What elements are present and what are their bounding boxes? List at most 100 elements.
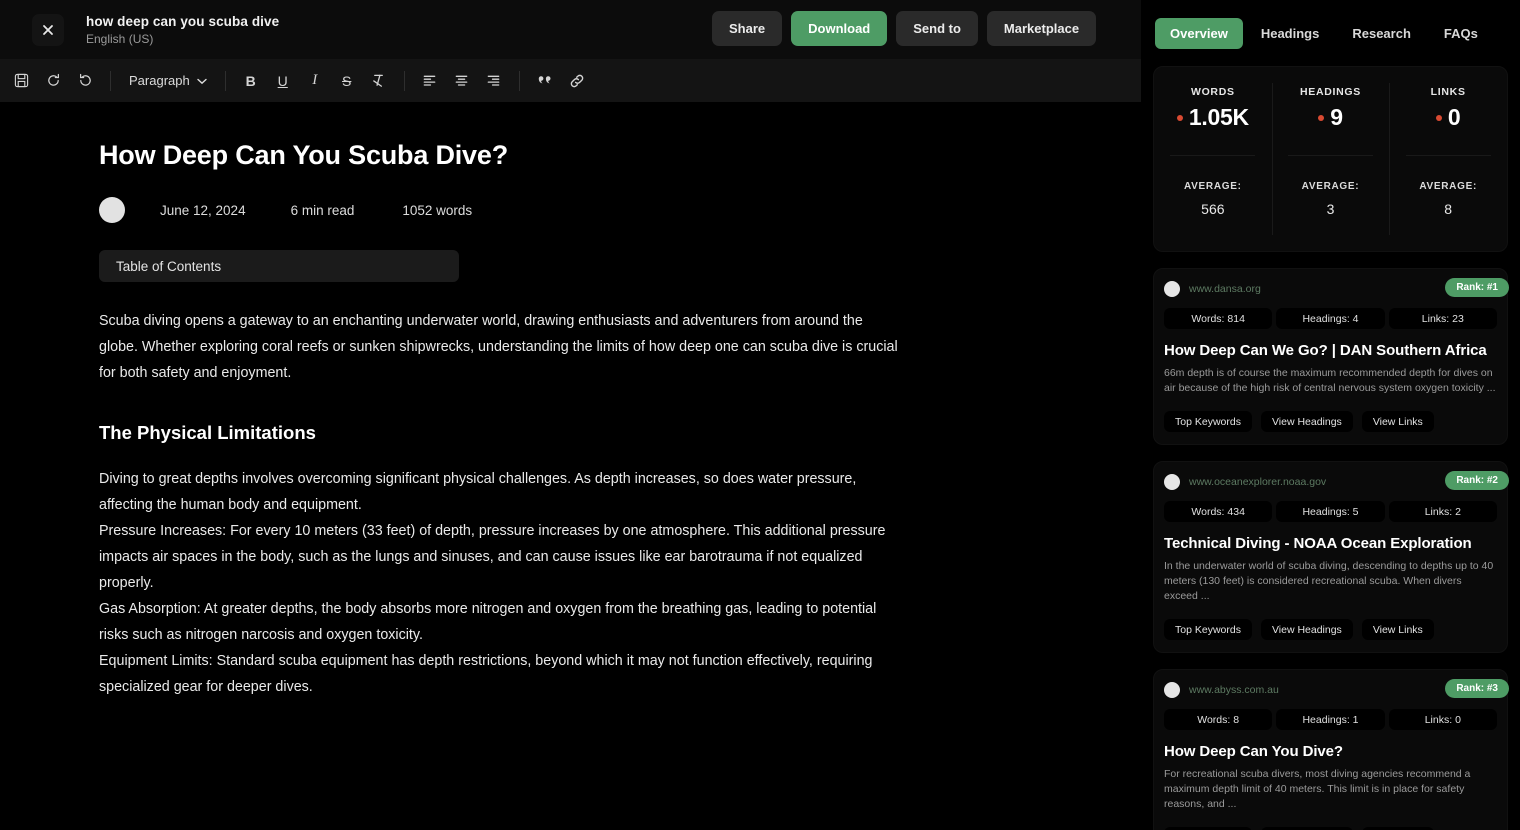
align-right-icon[interactable] [479,66,509,96]
stat-links: LINKS 0 AVERAGE: 8 [1389,67,1507,251]
divider [1405,155,1491,156]
bold-button[interactable]: B [236,66,266,96]
stat-value: 0 [1447,104,1461,130]
stat-label: HEADINGS [1299,86,1362,98]
document-language: English (US) [86,31,154,46]
result-card[interactable]: Rank: #3 www.abyss.com.au Words: 8 Headi… [1153,669,1509,830]
metric-links: Links: 2 [1388,501,1497,522]
metric-headings: Headings: 4 [1276,308,1385,329]
result-actions: Top Keywords View Headings View Links [1164,619,1497,640]
document-date: June 12, 2024 [160,202,246,218]
result-title[interactable]: How Deep Can We Go? | DAN Southern Afric… [1164,342,1497,359]
avatar [99,197,125,223]
result-url: www.dansa.org [1189,283,1261,295]
italic-button[interactable]: I [300,66,330,96]
result-actions: Top Keywords View Headings View Links [1164,411,1497,432]
panel-tabs: Overview Headings Research FAQs [1141,0,1520,66]
stat-label: LINKS [1430,86,1466,98]
top-keywords-button[interactable]: Top Keywords [1164,411,1252,432]
favicon-icon [1164,281,1180,297]
stat-average-label: AVERAGE: [1301,181,1360,192]
top-actions: Share Download Send to Marketplace [712,11,1097,46]
document-title-small: how deep can you scuba dive [86,13,280,29]
stat-label: WORDS [1190,86,1235,98]
result-url: www.oceanexplorer.noaa.gov [1189,476,1327,488]
result-title[interactable]: Technical Diving - NOAA Ocean Exploratio… [1164,535,1497,552]
status-dot-icon [1176,114,1183,121]
tab-overview[interactable]: Overview [1155,17,1243,49]
close-icon[interactable] [32,13,64,46]
table-of-contents-block[interactable]: Table of Contents [99,250,459,282]
document-read-time: 6 min read [290,202,355,218]
stat-value: 9 [1330,104,1343,130]
result-snippet: In the underwater world of scuba diving,… [1164,560,1494,602]
top-keywords-button[interactable]: Top Keywords [1164,619,1252,640]
result-snippet: For recreational scuba divers, most divi… [1164,768,1471,810]
stat-words: WORDS 1.05K AVERAGE: 566 [1154,67,1272,251]
analysis-panel: Overview Headings Research FAQs WORDS 1.… [1141,0,1520,830]
metric-links: Links: 0 [1388,709,1497,730]
rank-badge: Rank: #3 [1445,679,1509,698]
result-title[interactable]: How Deep Can You Dive? [1164,743,1497,760]
result-card[interactable]: Rank: #2 www.oceanexplorer.noaa.gov Word… [1153,461,1509,653]
tab-research[interactable]: Research [1337,18,1426,49]
result-metrics: Words: 434 Headings: 5 Links: 2 [1164,501,1497,522]
align-center-icon[interactable] [447,66,477,96]
stat-average-value: 3 [1326,201,1335,217]
toolbar-divider [224,70,226,91]
chevron-down-icon [197,73,207,88]
quote-icon[interactable] [530,66,560,96]
view-links-button[interactable]: View Links [1361,619,1434,640]
tab-faqs[interactable]: FAQs [1429,18,1493,49]
send-to-button[interactable]: Send to [896,11,978,46]
underline-button[interactable]: U [268,66,298,96]
toolbar-divider [110,70,111,91]
rank-badge: Rank: #2 [1445,471,1509,490]
top-bar: how deep can you scuba dive English (US)… [0,0,1141,59]
strikethrough-button[interactable]: S [332,66,362,96]
download-button[interactable]: Download [791,11,888,46]
share-button[interactable]: Share [712,11,783,46]
intro-paragraph: Scuba diving opens a gateway to an encha… [99,313,898,381]
body-line: Diving to great depths involves overcomi… [99,471,857,513]
save-icon[interactable] [6,66,36,96]
result-metrics: Words: 814 Headings: 4 Links: 23 [1164,308,1497,329]
view-headings-button[interactable]: View Headings [1260,619,1353,640]
stats-summary-card: WORDS 1.05K AVERAGE: 566 HEADINGS 9 AVER… [1153,66,1508,252]
section-heading: The Physical Limitations [99,422,316,443]
stat-value: 1.05K [1188,104,1249,130]
tab-headings[interactable]: Headings [1246,18,1335,49]
metric-headings: Headings: 1 [1276,709,1385,730]
toolbar-divider [403,70,405,91]
align-left-icon[interactable] [415,66,445,96]
panel-scroll-area[interactable]: WORDS 1.05K AVERAGE: 566 HEADINGS 9 AVER… [1141,66,1520,830]
status-dot-icon [1318,114,1325,121]
paragraph-style-label: Paragraph [129,73,190,88]
view-links-button[interactable]: View Links [1361,411,1434,432]
document-meta: how deep can you scuba dive English (US) [86,14,279,46]
document-canvas[interactable]: How Deep Can You Scuba Dive? June 12, 20… [0,102,1141,830]
body-line: Equipment Limits: Standard scuba equipme… [99,653,873,695]
undo-icon[interactable] [70,66,100,96]
editor-toolbar: Paragraph B U I S [0,59,1141,102]
redo-icon[interactable] [38,66,68,96]
divider [1170,155,1256,156]
stat-headings: HEADINGS 9 AVERAGE: 3 [1271,67,1390,251]
link-icon[interactable] [562,66,592,96]
marketplace-button[interactable]: Marketplace [986,11,1097,46]
result-card[interactable]: Rank: #1 www.dansa.org Words: 814 Headin… [1153,268,1509,445]
editor-pane: how deep can you scuba dive English (US)… [0,0,1141,830]
divider [1288,155,1373,156]
app-root: how deep can you scuba dive English (US)… [0,0,1520,830]
rank-badge: Rank: #1 [1445,278,1509,297]
result-url: www.abyss.com.au [1189,684,1279,696]
body-line: Gas Absorption: At greater depths, the b… [99,601,877,643]
metric-words: Words: 434 [1164,501,1273,522]
status-dot-icon [1435,114,1442,121]
metric-words: Words: 8 [1164,709,1273,730]
favicon-icon [1164,474,1180,490]
document-word-count: 1052 words [402,202,473,218]
paragraph-style-select[interactable]: Paragraph [121,67,215,95]
view-headings-button[interactable]: View Headings [1260,411,1353,432]
clear-format-icon[interactable] [364,66,394,96]
